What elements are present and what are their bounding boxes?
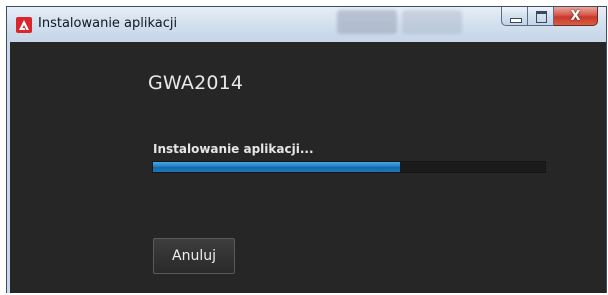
- progress-fill: [153, 162, 400, 172]
- installer-content: GWA2014 Instalowanie aplikacji... Anuluj: [10, 42, 606, 293]
- title-bar[interactable]: Instalowanie aplikacji X: [7, 7, 606, 41]
- install-status: Instalowanie aplikacji...: [153, 142, 314, 156]
- close-icon: X: [570, 8, 581, 24]
- window-title: Instalowanie aplikacji: [38, 16, 178, 31]
- window-controls: X: [501, 7, 598, 27]
- adobe-air-icon: [16, 17, 32, 33]
- maximize-icon: [536, 11, 547, 23]
- background-blur: [402, 10, 462, 34]
- minimize-icon: [510, 18, 522, 23]
- app-name: GWA2014: [148, 72, 244, 94]
- background-blur: [337, 10, 397, 34]
- cancel-button[interactable]: Anuluj: [153, 238, 235, 274]
- progress-bar: [152, 161, 546, 173]
- maximize-button[interactable]: [528, 7, 554, 26]
- minimize-button[interactable]: [501, 7, 528, 26]
- close-button[interactable]: X: [554, 7, 598, 26]
- installer-window: Instalowanie aplikacji X GWA2014 Instalo…: [6, 6, 607, 293]
